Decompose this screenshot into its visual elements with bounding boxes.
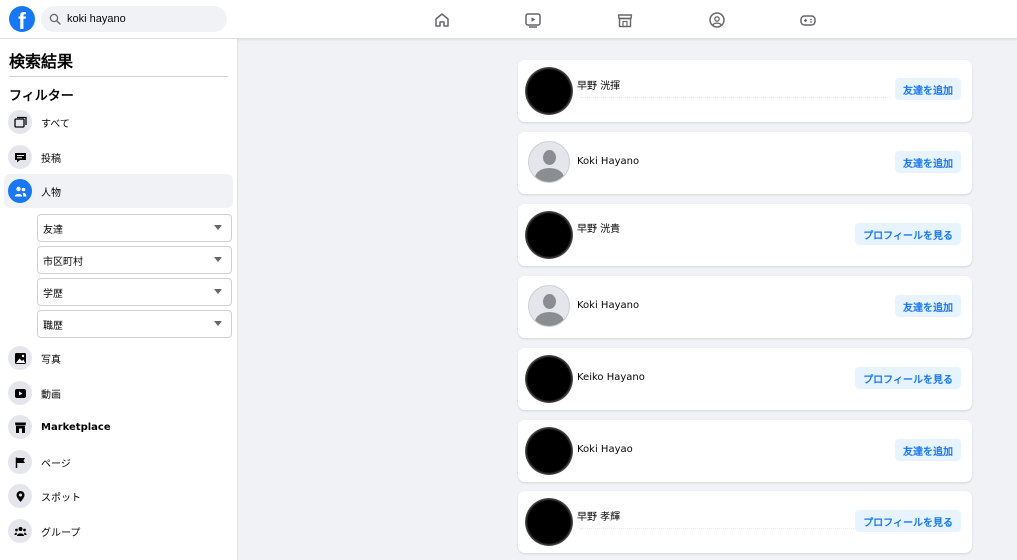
redacted-detail <box>580 528 890 532</box>
search-icon <box>49 13 61 25</box>
redacted-detail <box>580 97 890 101</box>
sidebar-item-pages[interactable]: ページ <box>4 445 233 479</box>
sidebar-item-label: 投稿 <box>41 153 61 165</box>
photos-icon <box>8 346 32 370</box>
add-friend-button[interactable]: 友達を追加 <box>895 78 961 100</box>
watch-icon[interactable] <box>524 11 542 29</box>
person-name[interactable]: 早野 孝輝 <box>577 508 620 523</box>
sidebar-item-label: すべて <box>41 118 70 130</box>
view-profile-button[interactable]: プロフィールを見る <box>855 223 961 245</box>
marketplace-icon <box>8 415 32 439</box>
people-icon <box>8 179 32 203</box>
person-name[interactable]: Keiko Hayano <box>577 372 645 383</box>
add-friend-button[interactable]: 友達を追加 <box>895 295 961 317</box>
caret-down-icon <box>214 289 222 294</box>
caret-down-icon <box>214 257 222 262</box>
sidebar-item-label: 動画 <box>41 389 61 401</box>
person-name[interactable]: 早野 洸揮 <box>577 77 620 92</box>
dropdown-label: 職歴 <box>43 320 63 332</box>
sidebar-item-label: 写真 <box>41 354 61 366</box>
sidebar-item-label: スポット <box>41 492 81 504</box>
flag-icon <box>8 450 32 474</box>
home-icon[interactable] <box>433 11 451 29</box>
person-name[interactable]: Koki Hayao <box>577 444 633 455</box>
avatar[interactable] <box>525 427 573 475</box>
result-card[interactable]: Koki Hayao 友達を追加 <box>518 420 972 482</box>
friends-filter-dropdown[interactable]: 友達 <box>37 214 232 242</box>
groups-icon[interactable] <box>708 11 726 29</box>
avatar[interactable] <box>528 141 570 183</box>
logo-letter: f <box>18 8 26 32</box>
all-icon <box>8 110 32 134</box>
sidebar-item-places[interactable]: スポット <box>4 479 233 513</box>
sidebar-item-videos[interactable]: 動画 <box>4 376 233 410</box>
city-filter-dropdown[interactable]: 市区町村 <box>37 246 232 274</box>
dropdown-label: 学歴 <box>43 288 63 300</box>
avatar[interactable] <box>525 355 573 403</box>
sidebar-title: 検索結果 <box>9 52 74 71</box>
result-card[interactable]: Koki Hayano 友達を追加 <box>518 276 972 338</box>
left-sidebar: 検索結果 フィルター すべて 投稿 人物 友達 市区町村 学歴 職歴 写真 動画… <box>0 39 238 560</box>
view-profile-button[interactable]: プロフィールを見る <box>855 367 961 389</box>
view-profile-button[interactable]: プロフィールを見る <box>855 510 961 532</box>
result-card[interactable]: 早野 洸揮 友達を追加 <box>518 60 972 122</box>
sidebar-item-posts[interactable]: 投稿 <box>4 140 233 174</box>
avatar[interactable] <box>528 285 570 327</box>
gaming-icon[interactable] <box>799 11 817 29</box>
sidebar-divider <box>9 76 228 77</box>
location-pin-icon <box>8 484 32 508</box>
person-name[interactable]: Koki Hayano <box>577 156 639 167</box>
sidebar-item-label: グループ <box>41 527 81 539</box>
videos-icon <box>8 381 32 405</box>
top-navbar: f <box>0 0 1017 39</box>
dropdown-label: 市区町村 <box>43 256 83 268</box>
sidebar-item-label: 人物 <box>41 187 61 199</box>
sidebar-item-label: Marketplace <box>41 421 111 433</box>
sidebar-item-all[interactable]: すべて <box>4 105 233 139</box>
avatar[interactable] <box>525 211 573 259</box>
sidebar-item-groups[interactable]: グループ <box>4 514 233 548</box>
avatar[interactable] <box>525 498 573 546</box>
person-name[interactable]: 早野 洸貴 <box>577 220 620 235</box>
posts-icon <box>8 145 32 169</box>
caret-down-icon <box>214 225 222 230</box>
result-card[interactable]: Koki Hayano 友達を追加 <box>518 132 972 194</box>
result-card[interactable]: 早野 洸貴 プロフィールを見る <box>518 204 972 266</box>
sidebar-item-marketplace[interactable]: Marketplace <box>4 410 233 444</box>
add-friend-button[interactable]: 友達を追加 <box>895 151 961 173</box>
sidebar-item-people[interactable]: 人物 <box>4 174 233 208</box>
sidebar-item-photos[interactable]: 写真 <box>4 341 233 375</box>
work-filter-dropdown[interactable]: 職歴 <box>37 310 232 338</box>
marketplace-icon[interactable] <box>616 11 634 29</box>
filter-heading: フィルター <box>9 89 74 104</box>
person-name[interactable]: Koki Hayano <box>577 300 639 311</box>
avatar[interactable] <box>525 67 573 115</box>
search-box[interactable] <box>41 6 227 32</box>
result-card[interactable]: 早野 孝輝 プロフィールを見る <box>518 491 972 553</box>
groups-icon <box>8 519 32 543</box>
education-filter-dropdown[interactable]: 学歴 <box>37 278 232 306</box>
caret-down-icon <box>214 321 222 326</box>
sidebar-item-label: ページ <box>41 458 71 470</box>
facebook-logo[interactable]: f <box>9 6 35 32</box>
search-input[interactable] <box>67 13 217 25</box>
dropdown-label: 友達 <box>43 224 63 236</box>
result-card[interactable]: Keiko Hayano プロフィールを見る <box>518 348 972 410</box>
add-friend-button[interactable]: 友達を追加 <box>895 439 961 461</box>
